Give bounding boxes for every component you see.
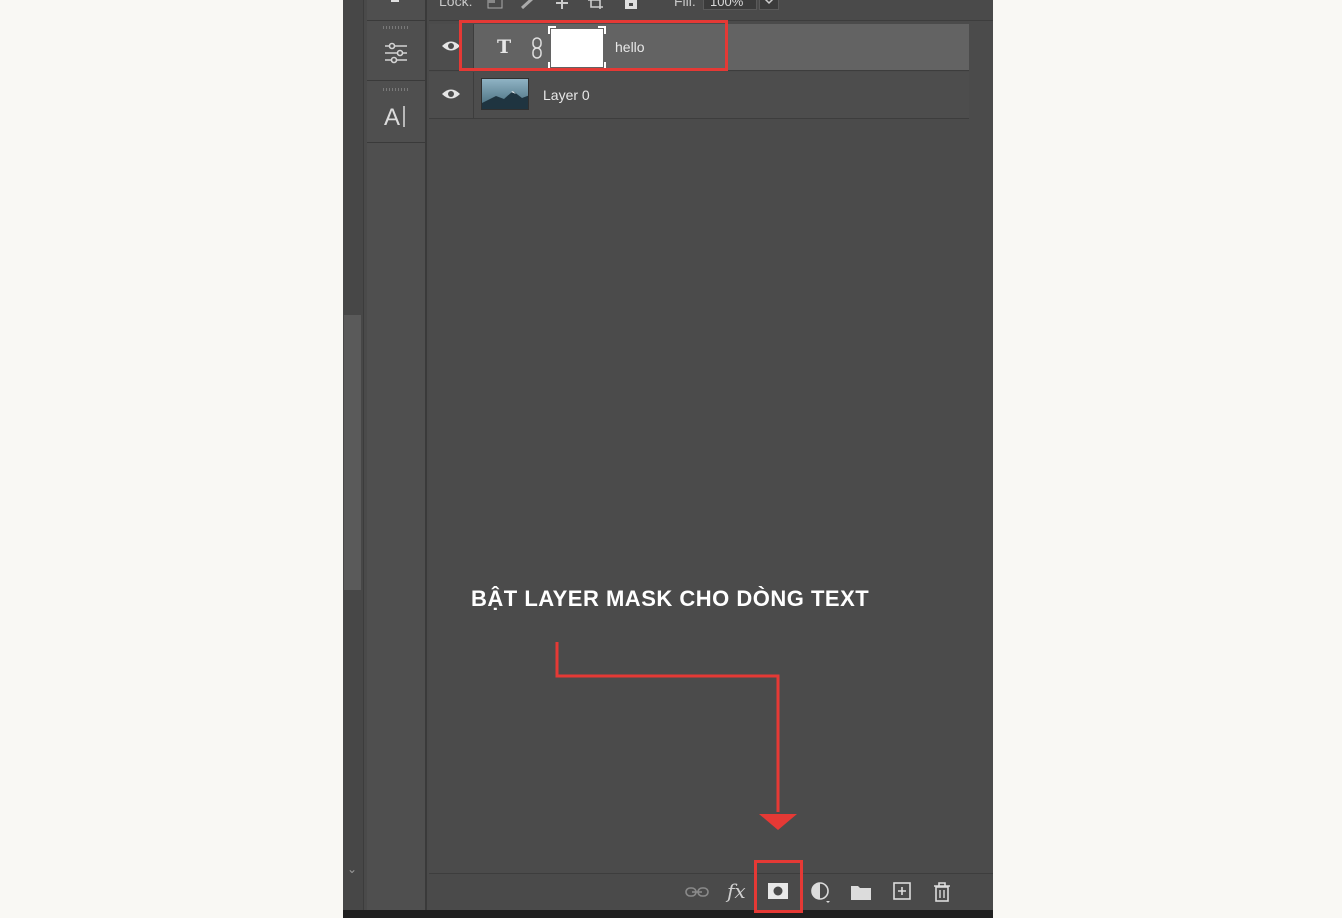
annotation-arrow: [555, 642, 797, 830]
highlight-box-mask-button: [754, 860, 803, 913]
